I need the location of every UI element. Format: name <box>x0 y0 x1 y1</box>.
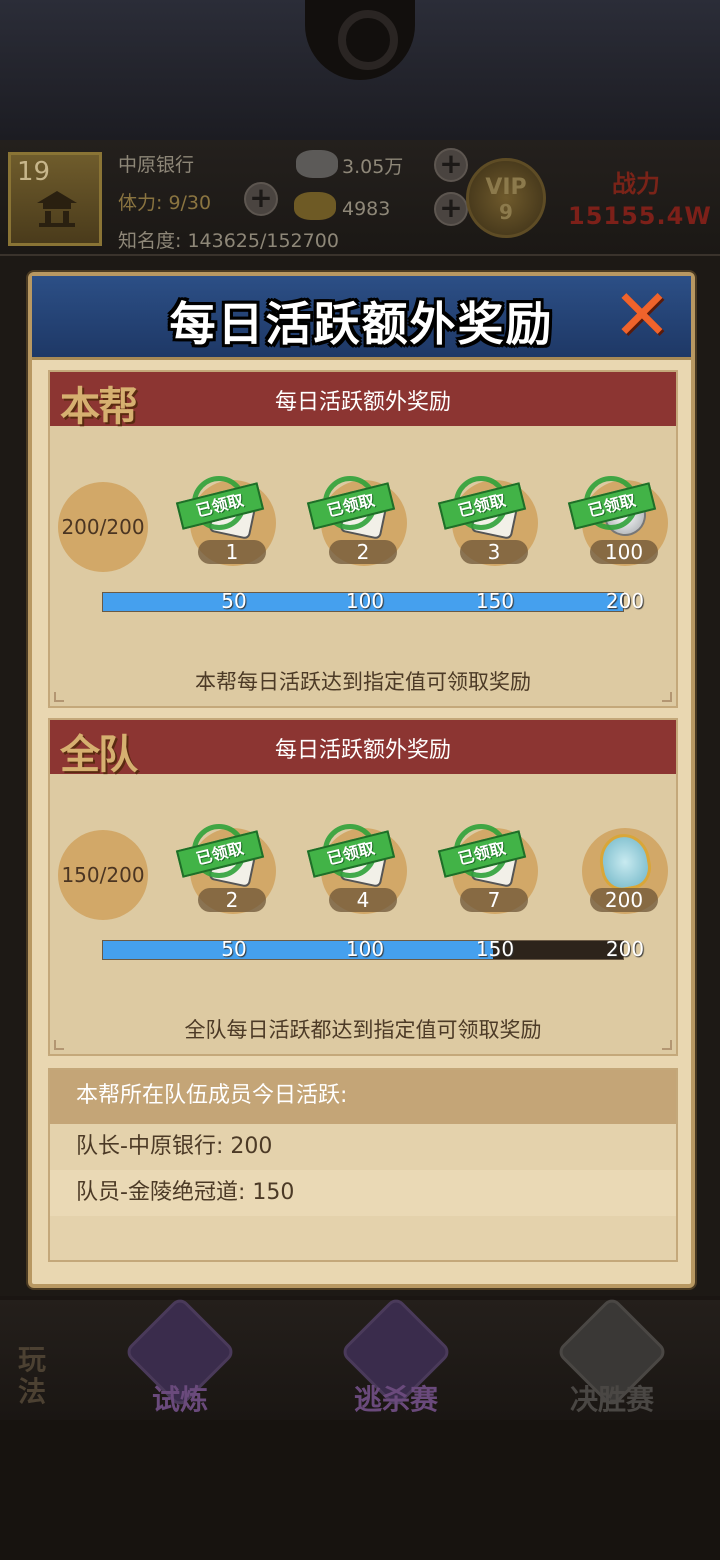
bottom-nav: 玩法 试炼 逃杀赛 决胜赛 <box>0 1295 720 1420</box>
stamina-text: 体力: 9/30 <box>118 192 212 214</box>
vip-level: 9 <box>499 200 513 224</box>
gang-progress-bar: 50 100 150 200 <box>102 589 644 613</box>
gang-reward-4[interactable]: 100 已领取 <box>567 476 670 572</box>
corner-ornament <box>662 692 672 702</box>
gold-ingot-icon <box>294 192 336 220</box>
nav-trial[interactable]: 试炼 <box>120 1295 240 1416</box>
progress-tick: 150 <box>475 589 515 613</box>
team-reward-panel: 全队 每日活跃额外奖励 150/200 2 已领取 4 已领取 7 已领取 20… <box>48 718 678 1056</box>
team-reward-1[interactable]: 2 已领取 <box>175 824 278 920</box>
gang-panel-note: 本帮每日活跃达到指定值可领取奖励 <box>195 670 531 694</box>
fame-text: 知名度: 143625/152700 <box>118 230 339 252</box>
nav-battle-royale[interactable]: 逃杀赛 <box>336 1295 456 1416</box>
corner-ornament <box>662 1040 672 1050</box>
power-label: 战力 <box>612 170 660 198</box>
progress-tick: 150 <box>475 937 515 961</box>
progress-tick: 200 <box>605 937 645 961</box>
team-progress-circle: 150/200 <box>58 830 148 920</box>
gang-reward-2[interactable]: 2 已领取 <box>306 476 409 572</box>
members-header: 本帮所在队伍成员今日活跃: <box>50 1070 676 1124</box>
progress-tick: 200 <box>605 589 645 613</box>
progress-tick: 100 <box>345 589 385 613</box>
player-name: 中原银行 <box>118 154 195 176</box>
gold-amount: 4983 <box>342 198 391 220</box>
team-panel-title: 每日活跃额外奖励 <box>274 738 451 763</box>
progress-tick: 100 <box>345 937 385 961</box>
player-level: 19 <box>17 157 51 187</box>
top-status-bar: 19 中原银行 体力: 9/30 + 知名度: 143625/152700 3.… <box>0 140 720 256</box>
progress-tick: 50 <box>221 937 247 961</box>
reward-count: 2 <box>329 540 397 564</box>
modal-header: 每日活跃额外奖励 ✕ <box>32 276 691 360</box>
gang-reward-1[interactable]: 1 已领取 <box>175 476 278 572</box>
team-reward-3[interactable]: 7 已领取 <box>437 824 540 920</box>
corner-ornament <box>54 1040 64 1050</box>
modal-title: 每日活跃额外奖励 <box>169 297 554 351</box>
team-members-panel: 本帮所在队伍成员今日活跃: 队长-中原银行: 200 队员-金陵绝冠道: 150 <box>48 1068 678 1262</box>
corner-ornament <box>54 692 64 702</box>
add-silver-button[interactable]: + <box>434 148 468 182</box>
gang-reward-3[interactable]: 3 已领取 <box>437 476 540 572</box>
gang-panel-header: 本帮 每日活跃额外奖励 <box>50 372 676 430</box>
power-value: 15155.4W <box>568 202 712 230</box>
team-progress-bar: 50 100 150 200 <box>102 937 644 961</box>
silver-amount: 3.05万 <box>342 156 404 178</box>
claimed-stamp-icon: 已领取 <box>306 824 396 878</box>
vip-label: VIP <box>485 175 527 200</box>
nav-side-label[interactable]: 玩法 <box>18 1344 52 1408</box>
claimed-stamp-icon: 已领取 <box>175 476 265 530</box>
team-reward-4[interactable]: 200 <box>578 828 670 920</box>
avatar[interactable]: 19 <box>8 152 102 246</box>
gang-progress-circle: 200/200 <box>58 482 148 572</box>
close-icon[interactable]: ✕ <box>606 280 678 352</box>
reward-count: 3 <box>460 540 528 564</box>
progress-tick: 50 <box>221 589 247 613</box>
reward-count: 100 <box>590 540 658 564</box>
pavilion-icon <box>35 189 79 229</box>
reward-count: 7 <box>460 888 528 912</box>
reward-count: 1 <box>198 540 266 564</box>
add-gold-button[interactable]: + <box>434 192 468 226</box>
team-progress-fill <box>103 941 493 959</box>
add-stamina-button[interactable]: + <box>244 182 278 216</box>
nav-battle-royale-label: 逃杀赛 <box>353 1383 438 1416</box>
reward-count: 4 <box>329 888 397 912</box>
nav-trial-label: 试炼 <box>151 1383 208 1416</box>
claimed-stamp-icon: 已领取 <box>437 476 527 530</box>
gang-reward-panel: 本帮 每日活跃额外奖励 200/200 1 已领取 2 已领取 3 已领取 10… <box>48 370 678 708</box>
reward-count: 200 <box>590 888 658 912</box>
vip-badge[interactable]: VIP 9 <box>466 158 546 238</box>
claimed-stamp-icon: 已领取 <box>306 476 396 530</box>
daily-activity-reward-modal: 每日活跃额外奖励 ✕ 本帮 每日活跃额外奖励 200/200 1 已领取 2 已… <box>28 272 695 1288</box>
background-bottom <box>0 1420 720 1560</box>
member-row: 队长-中原银行: 200 <box>50 1124 676 1170</box>
claimed-stamp-icon: 已领取 <box>567 476 657 530</box>
team-panel-header: 全队 每日活跃额外奖励 <box>50 720 676 778</box>
member-row: 队员-金陵绝冠道: 150 <box>50 1170 676 1216</box>
claimed-stamp-icon: 已领取 <box>437 824 527 878</box>
team-reward-2[interactable]: 4 已领取 <box>306 824 409 920</box>
reward-count: 2 <box>198 888 266 912</box>
claimed-stamp-icon: 已领取 <box>175 824 265 878</box>
silver-ingot-icon <box>296 150 338 178</box>
nav-final[interactable]: 决胜赛 <box>552 1295 672 1416</box>
nav-final-label: 决胜赛 <box>569 1383 654 1416</box>
team-panel-note: 全队每日活跃都达到指定值可领取奖励 <box>184 1018 542 1042</box>
gang-panel-title: 每日活跃额外奖励 <box>274 390 451 415</box>
